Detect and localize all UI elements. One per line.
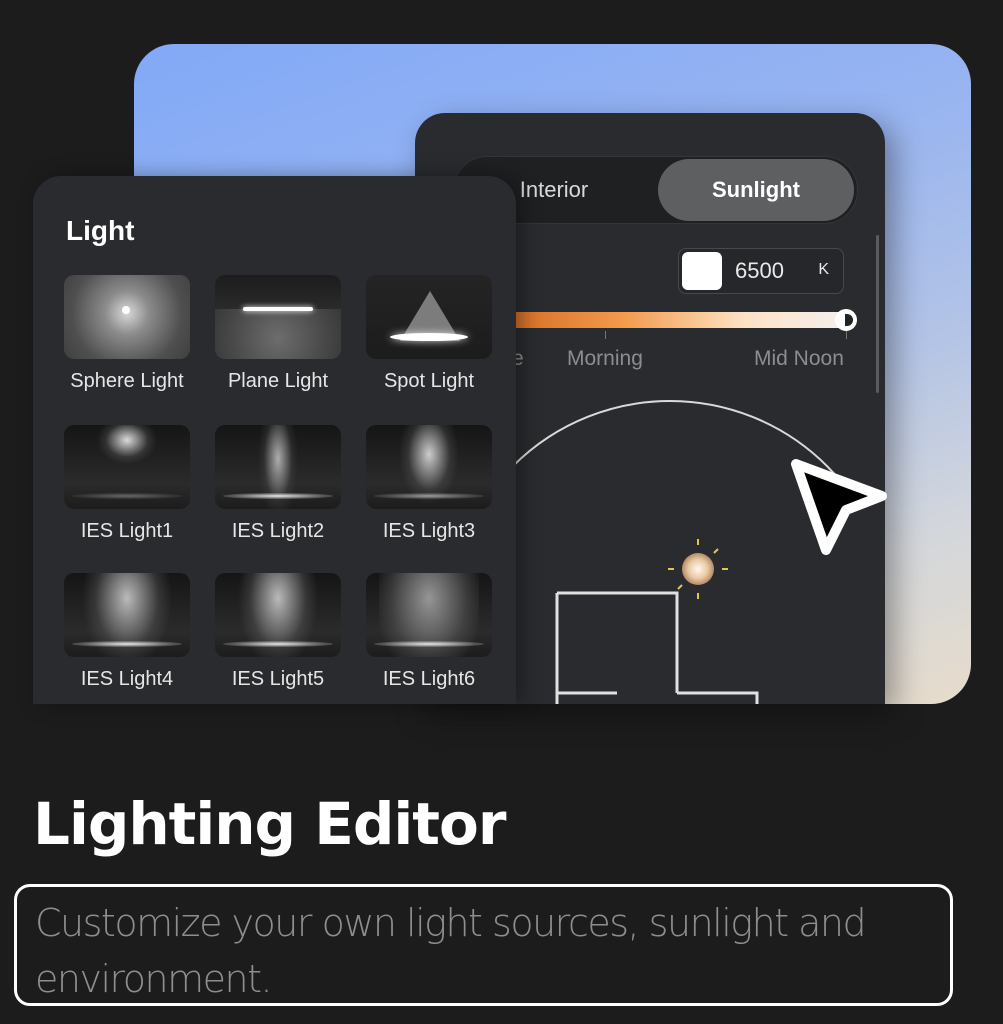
- ies-light-icon: [366, 425, 492, 509]
- panel-title: Light: [66, 215, 135, 246]
- time-slider-thumb[interactable]: [835, 309, 857, 331]
- ies-light-icon: [215, 573, 341, 657]
- tile-label: Plane Light: [227, 370, 329, 392]
- tile-label: IES Light5: [231, 668, 325, 690]
- color-swatch[interactable]: [682, 252, 722, 290]
- tile-label: IES Light1: [80, 520, 174, 542]
- light-tile-ies4[interactable]: IES Light4: [63, 573, 191, 691]
- tile-label: Spot Light: [383, 370, 475, 392]
- feature-headline: Lighting Editor: [33, 790, 506, 858]
- light-tile-ies3[interactable]: IES Light3: [365, 425, 493, 543]
- plane-light-icon: [215, 275, 341, 359]
- tile-label: IES Light4: [80, 668, 174, 690]
- tile-label: Sphere Light: [70, 370, 184, 392]
- ies-light-icon: [366, 573, 492, 657]
- sphere-light-icon: [64, 275, 190, 359]
- slider-tick: [846, 331, 847, 339]
- light-tile-plane[interactable]: Plane Light: [214, 275, 342, 393]
- color-temperature-value: 6500: [735, 258, 784, 283]
- cursor-arrow-icon: [791, 459, 887, 555]
- ies-light-icon: [64, 573, 190, 657]
- spot-light-icon: [366, 275, 492, 359]
- tick-label-morning: Morning: [567, 347, 643, 370]
- light-tile-ies1[interactable]: IES Light1: [63, 425, 191, 543]
- feature-description: Customize your own light sources, sunlig…: [35, 901, 867, 1001]
- tab-sunlight[interactable]: Sunlight: [658, 159, 854, 221]
- sun-marker-icon[interactable]: [668, 539, 728, 599]
- light-library-panel: Light Sphere Light Plane Light Spot Ligh…: [33, 176, 516, 704]
- light-tile-ies2[interactable]: IES Light2: [214, 425, 342, 543]
- floor-plan-icon: [555, 591, 759, 704]
- light-tile-ies6[interactable]: IES Light6: [365, 573, 493, 691]
- slider-tick: [605, 331, 606, 339]
- time-of-day-slider[interactable]: [500, 312, 850, 328]
- light-tile-spot[interactable]: Spot Light: [365, 275, 493, 393]
- scrollbar[interactable]: [876, 235, 879, 393]
- tile-label: IES Light6: [382, 668, 476, 690]
- tile-label: IES Light3: [382, 520, 476, 542]
- color-temperature-unit: K: [818, 261, 829, 278]
- color-temperature-input[interactable]: 6500 K: [678, 248, 844, 294]
- description-highlight-box: Customize your own light sources, sunlig…: [14, 884, 953, 1006]
- tick-label-mid-noon: Mid Noon: [754, 347, 844, 370]
- ies-light-icon: [64, 425, 190, 509]
- light-tile-sphere[interactable]: Sphere Light: [63, 275, 191, 393]
- tile-label: IES Light2: [231, 520, 325, 542]
- light-tile-ies5[interactable]: IES Light5: [214, 573, 342, 691]
- ies-light-icon: [215, 425, 341, 509]
